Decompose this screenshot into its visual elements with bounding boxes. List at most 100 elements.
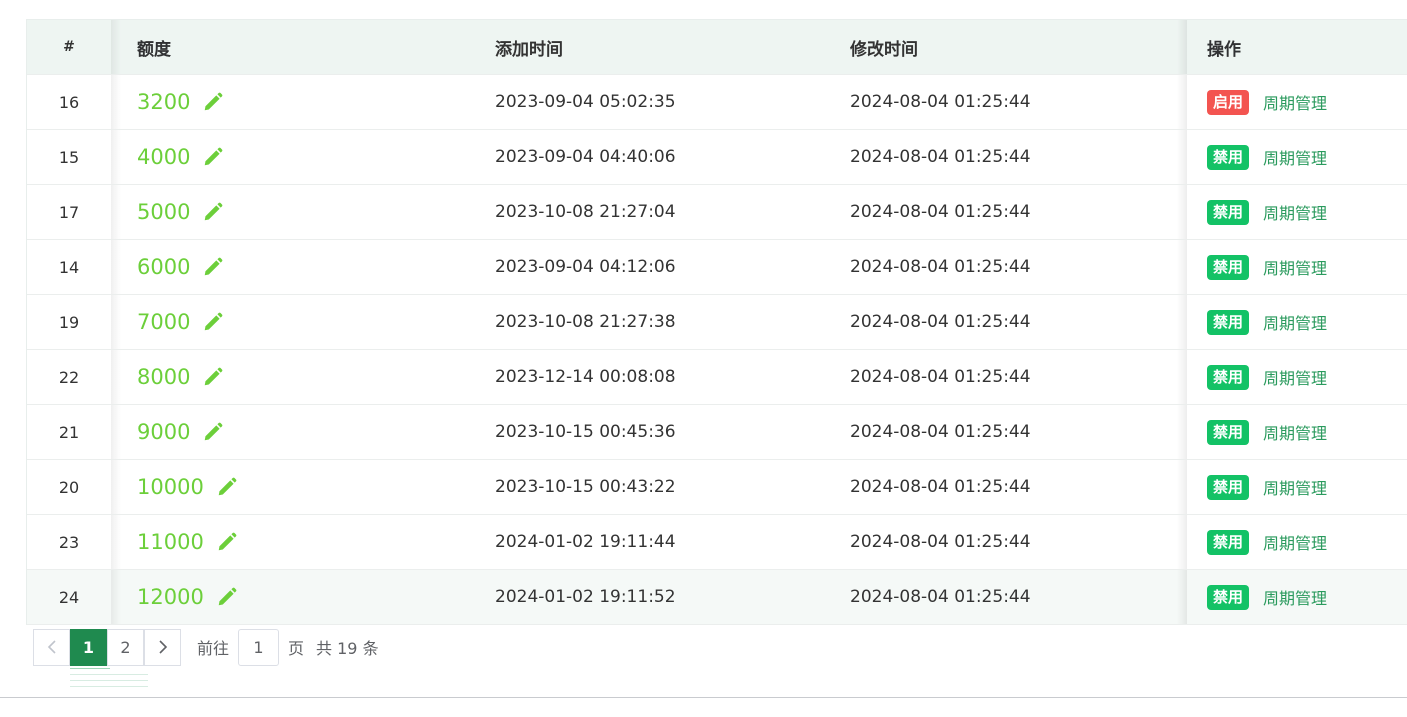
header-id: # <box>27 20 121 74</box>
row-id: 16 <box>27 75 121 129</box>
operations-cell: 禁用 周期管理 <box>1177 240 1407 294</box>
amount-value: 8000 <box>137 365 191 389</box>
row-id: 22 <box>27 350 121 404</box>
operations-cell: 禁用 周期管理 <box>1177 570 1407 624</box>
amount-value: 4000 <box>137 145 191 169</box>
amount-cell: 9000 <box>111 405 471 459</box>
prev-page-button[interactable] <box>33 628 70 666</box>
operations-cell: 禁用 周期管理 <box>1177 295 1407 349</box>
page-suffix: 页 <box>288 639 305 658</box>
amount-cell: 11000 <box>111 515 471 569</box>
cycle-manage-link[interactable]: 周期管理 <box>1263 255 1327 279</box>
amount-cell: 3200 <box>111 75 471 129</box>
chevron-left-icon <box>47 640 56 654</box>
next-page-button[interactable] <box>144 628 181 666</box>
edit-pencil-icon[interactable] <box>202 311 224 333</box>
status-toggle-button[interactable]: 禁用 <box>1207 254 1250 280</box>
amount-cell: 10000 <box>111 460 471 514</box>
operations-cell: 禁用 周期管理 <box>1177 515 1407 569</box>
edit-pencil-icon[interactable] <box>202 421 224 443</box>
page-1-button[interactable]: 1 <box>70 628 107 666</box>
operations-cell: 禁用 周期管理 <box>1177 405 1407 459</box>
row-id: 21 <box>27 405 121 459</box>
status-toggle-button[interactable]: 禁用 <box>1207 584 1250 610</box>
cycle-manage-link[interactable]: 周期管理 <box>1263 145 1327 169</box>
row-id: 15 <box>27 130 121 184</box>
status-toggle-button[interactable]: 禁用 <box>1207 474 1250 500</box>
goto-page-input[interactable] <box>238 628 280 666</box>
row-id: 23 <box>27 515 121 569</box>
pagination: 1 2 前往 页 共 19 条 <box>33 628 379 666</box>
amount-value: 3200 <box>137 90 191 114</box>
added-time: 2024-01-02 19:11:44 <box>495 532 676 552</box>
operations-cell: 禁用 周期管理 <box>1177 460 1407 514</box>
edit-pencil-icon[interactable] <box>216 586 238 608</box>
status-toggle-button[interactable]: 启用 <box>1207 89 1250 115</box>
header-operations: 操作 <box>1177 20 1407 74</box>
modified-time: 2024-08-04 01:25:44 <box>850 92 1031 112</box>
status-toggle-button[interactable]: 禁用 <box>1207 419 1250 445</box>
cycle-manage-link[interactable]: 周期管理 <box>1263 200 1327 224</box>
row-id: 24 <box>27 570 121 624</box>
decorative-lines <box>70 668 148 692</box>
modified-time: 2024-08-04 01:25:44 <box>850 312 1031 332</box>
cycle-manage-link[interactable]: 周期管理 <box>1263 420 1327 444</box>
cycle-manage-link[interactable]: 周期管理 <box>1263 365 1327 389</box>
modified-time: 2024-08-04 01:25:44 <box>850 257 1031 277</box>
status-toggle-button[interactable]: 禁用 <box>1207 529 1250 555</box>
table-row: 23 11000 2024-01-02 19:11:44 2024-08-04 01:… <box>27 515 1407 570</box>
table-body: 16 3200 2023-09-04 05:02:35 2024-08-04 01:2… <box>27 75 1407 625</box>
amount-cell: 6000 <box>111 240 471 294</box>
operations-cell: 禁用 周期管理 <box>1177 350 1407 404</box>
table-row: 14 6000 2023-09-04 04:12:06 2024-08-04 01:2… <box>27 240 1407 295</box>
added-time: 2024-01-02 19:11:52 <box>495 587 676 607</box>
chevron-right-icon <box>158 640 167 654</box>
modified-time: 2024-08-04 01:25:44 <box>850 422 1031 442</box>
status-toggle-button[interactable]: 禁用 <box>1207 199 1250 225</box>
amount-value: 11000 <box>137 530 204 554</box>
table-row: 17 5000 2023-10-08 21:27:04 2024-08-04 01:2… <box>27 185 1407 240</box>
edit-pencil-icon[interactable] <box>202 201 224 223</box>
modified-time: 2024-08-04 01:25:44 <box>850 477 1031 497</box>
table-row: 19 7000 2023-10-08 21:27:38 2024-08-04 01:2… <box>27 295 1407 350</box>
added-time: 2023-10-15 00:43:22 <box>495 477 676 497</box>
cycle-manage-link[interactable]: 周期管理 <box>1263 585 1327 609</box>
row-id: 17 <box>27 185 121 239</box>
table-row: 16 3200 2023-09-04 05:02:35 2024-08-04 01:2… <box>27 75 1407 130</box>
amount-value: 10000 <box>137 475 204 499</box>
edit-pencil-icon[interactable] <box>216 476 238 498</box>
cycle-manage-link[interactable]: 周期管理 <box>1263 475 1327 499</box>
header-added-time: 添加时间 <box>495 39 563 60</box>
status-toggle-button[interactable]: 禁用 <box>1207 309 1250 335</box>
page-2-button[interactable]: 2 <box>107 628 144 666</box>
status-toggle-button[interactable]: 禁用 <box>1207 364 1250 390</box>
edit-pencil-icon[interactable] <box>202 366 224 388</box>
edit-pencil-icon[interactable] <box>216 531 238 553</box>
edit-pencil-icon[interactable] <box>202 146 224 168</box>
amount-cell: 5000 <box>111 185 471 239</box>
table-row: 24 12000 2024-01-02 19:11:52 2024-08-04 01:… <box>27 570 1407 625</box>
table-row: 22 8000 2023-12-14 00:08:08 2024-08-04 01:2… <box>27 350 1407 405</box>
modified-time: 2024-08-04 01:25:44 <box>850 587 1031 607</box>
amount-value: 5000 <box>137 200 191 224</box>
amount-value: 6000 <box>137 255 191 279</box>
amount-value: 12000 <box>137 585 204 609</box>
total-count: 共 19 条 <box>316 639 379 658</box>
added-time: 2023-10-15 00:45:36 <box>495 422 676 442</box>
operations-cell: 禁用 周期管理 <box>1177 185 1407 239</box>
cycle-manage-link[interactable]: 周期管理 <box>1263 530 1327 554</box>
table-header: # 额度 添加时间 修改时间 操作 <box>27 20 1407 75</box>
added-time: 2023-10-08 21:27:38 <box>495 312 676 332</box>
modified-time: 2024-08-04 01:25:44 <box>850 202 1031 222</box>
amount-cell: 8000 <box>111 350 471 404</box>
status-toggle-button[interactable]: 禁用 <box>1207 144 1250 170</box>
operations-cell: 启用 周期管理 <box>1177 75 1407 129</box>
cycle-manage-link[interactable]: 周期管理 <box>1263 90 1327 114</box>
amount-cell: 7000 <box>111 295 471 349</box>
edit-pencil-icon[interactable] <box>202 91 224 113</box>
table-row: 21 9000 2023-10-15 00:45:36 2024-08-04 01:2… <box>27 405 1407 460</box>
added-time: 2023-12-14 00:08:08 <box>495 367 676 387</box>
cycle-manage-link[interactable]: 周期管理 <box>1263 310 1327 334</box>
header-modified-time: 修改时间 <box>850 39 918 60</box>
edit-pencil-icon[interactable] <box>202 256 224 278</box>
